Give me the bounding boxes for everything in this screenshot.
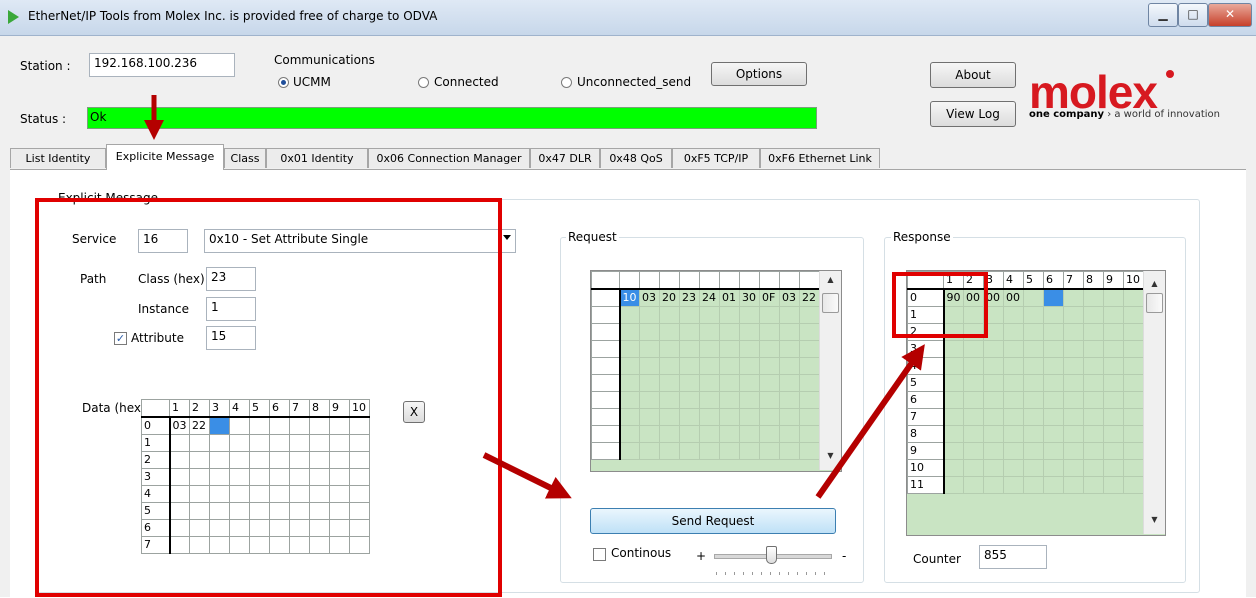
tab-explicite-message[interactable]: Explicite Message bbox=[106, 144, 224, 170]
annotation-arrows bbox=[144, 95, 925, 499]
arrow-to-send bbox=[482, 452, 572, 499]
arrow-to-response bbox=[815, 344, 925, 499]
